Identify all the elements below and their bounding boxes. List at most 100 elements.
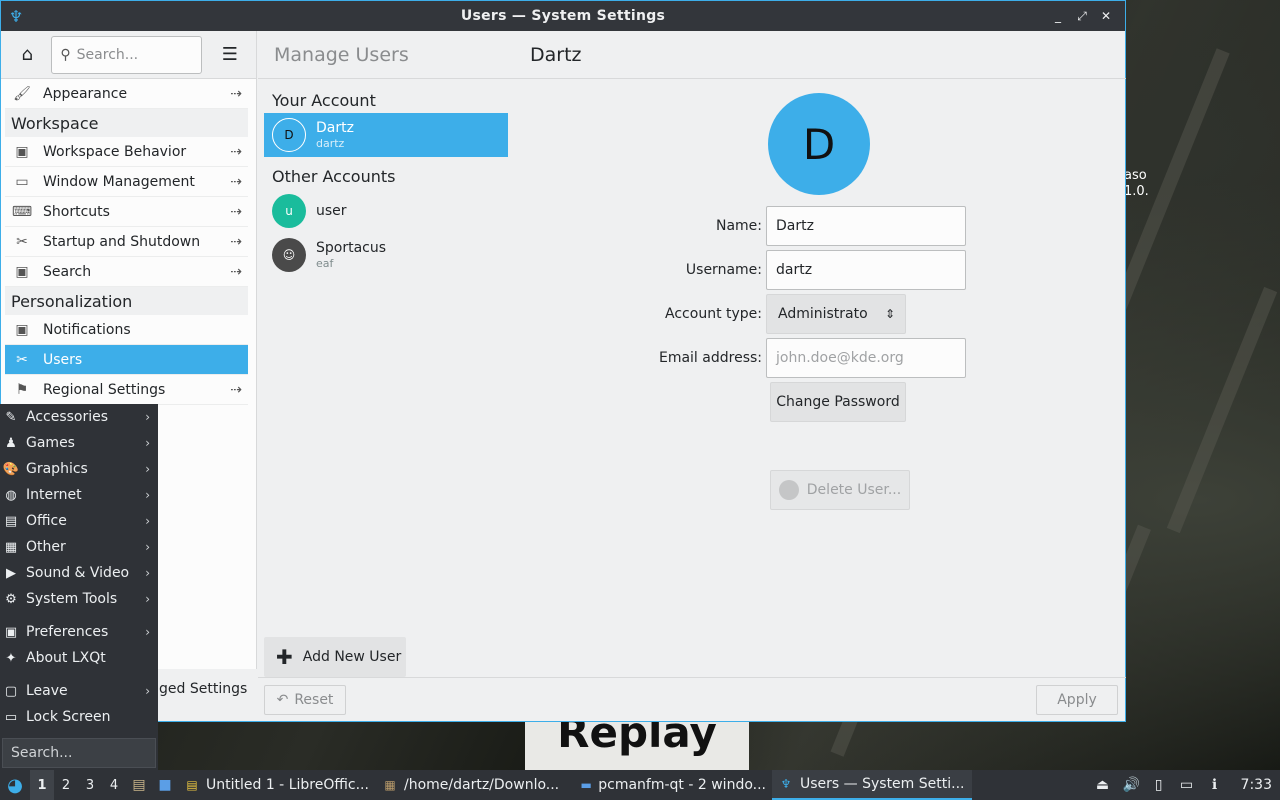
system-settings-icon: ♆ (780, 777, 792, 791)
desktop-switch-2[interactable]: 2 (54, 770, 78, 800)
chevron-right-icon: › (145, 488, 150, 502)
sidebar-search-input[interactable]: ⚲ Search... (51, 35, 202, 74)
arrow-right-icon: ⇢ (230, 203, 242, 220)
tools-icon: ✂ (16, 233, 28, 250)
start-menu-item-system-tools[interactable]: ⚙ System Tools › (0, 586, 158, 612)
tray-eject-icon[interactable]: ⏏ (1095, 777, 1111, 793)
sidebar-item-shortcuts[interactable]: ⌨ Shortcuts ⇢ (5, 197, 248, 227)
start-menu-item-label: Sound & Video (26, 565, 130, 581)
apply-button[interactable]: Apply (1036, 685, 1118, 715)
start-menu-item-other[interactable]: ▦ Other › (0, 534, 158, 560)
quicklaunch-show-desktop[interactable]: ■ (152, 770, 178, 800)
account-row[interactable]: u user (264, 189, 508, 233)
sidebar-item-notifications[interactable]: ▣ Notifications (5, 315, 248, 345)
user-avatar-large[interactable]: D (768, 93, 870, 195)
accounts-list: Your Account D Dartz dartz Other Account… (264, 87, 508, 277)
sidebar-item-search[interactable]: ▣ Search ⇢ (5, 257, 248, 287)
notification-icon[interactable]: ℹ (1207, 777, 1223, 793)
reset-button[interactable]: ↶ Reset (264, 685, 346, 715)
account-type-select[interactable]: Administrato ⇕ (766, 294, 906, 334)
desktop-switch-4[interactable]: 4 (102, 770, 126, 800)
chevron-right-icon: › (145, 592, 150, 606)
sidebar-item-window-management[interactable]: ▭ Window Management ⇢ (5, 167, 248, 197)
account-row-current[interactable]: D Dartz dartz (264, 113, 508, 157)
email-field[interactable]: john.doe@kde.org (766, 338, 966, 378)
delete-user-label: Delete User... (806, 482, 902, 498)
name-field[interactable]: Dartz (766, 206, 966, 246)
start-menu-item-graphics[interactable]: 🎨 Graphics › (0, 456, 158, 482)
start-menu-item-preferences[interactable]: ▣ Preferences › (0, 619, 158, 645)
delete-user-button[interactable]: Delete User... (770, 470, 910, 510)
lock-screen-icon: ▭ (4, 709, 18, 725)
account-name: user (316, 203, 347, 219)
workspace-icon: ▣ (15, 143, 29, 160)
start-menu-item-label: Games (26, 435, 75, 451)
start-menu-item-accessories[interactable]: ✎ Accessories › (0, 404, 158, 430)
username-row: Username: dartz (578, 250, 978, 290)
account-type-row: Account type: Administrato ⇕ (578, 294, 978, 334)
arrow-right-icon: ⇢ (230, 233, 242, 250)
arrow-right-icon: ⇢ (230, 85, 242, 102)
sidebar-item-startup-and-shutdown[interactable]: ✂ Startup and Shutdown ⇢ (5, 227, 248, 257)
file-manager-icon: ▤ (132, 777, 146, 793)
start-menu-item-sound-video[interactable]: ▶ Sound & Video › (0, 560, 158, 586)
desktop-icon: ■ (158, 777, 172, 793)
sidebar-item-users[interactable]: ✂ Users (5, 345, 248, 375)
taskbar-task[interactable]: ▦ /home/dartz/Downlo... (376, 770, 574, 800)
arrow-right-icon: ⇢ (230, 263, 242, 280)
breadcrumb[interactable]: Manage Users (274, 44, 409, 66)
users-icon: ✂ (16, 351, 28, 368)
username-field[interactable]: dartz (766, 250, 966, 290)
volume-icon[interactable]: 🔊 (1123, 777, 1140, 793)
window-titlebar[interactable]: ♆ Users — System Settings _ ⤢ ✕ (1, 1, 1125, 31)
add-new-user-button[interactable]: ✚ Add New User (264, 637, 406, 677)
sidebar-item-workspace-behavior[interactable]: ▣ Workspace Behavior ⇢ (5, 137, 248, 167)
highlight-changed-settings-button[interactable]: ged Settings (159, 681, 247, 697)
username-label: Username: (685, 262, 762, 278)
taskbar-task[interactable]: ♆ Users — System Setti... (772, 770, 972, 800)
home-button[interactable]: ⌂ (9, 36, 45, 74)
sidebar-item-label: Regional Settings (43, 381, 166, 398)
start-menu-item-games[interactable]: ♟ Games › (0, 430, 158, 456)
quicklaunch-file-manager[interactable]: ▤ (126, 770, 152, 800)
start-menu-item-office[interactable]: ▤ Office › (0, 508, 158, 534)
sidebar-item-regional-settings[interactable]: ⚑ Regional Settings ⇢ (5, 375, 248, 405)
close-button[interactable]: ✕ (1095, 5, 1117, 27)
internet-icon: ◍ (5, 487, 17, 503)
account-name: Sportacus (316, 240, 387, 256)
up-down-chevron-icon: ⇕ (884, 307, 895, 321)
change-password-button[interactable]: Change Password (770, 382, 906, 422)
start-menu-button[interactable]: ◕ (0, 770, 30, 800)
display-icon[interactable]: ▭ (1179, 777, 1195, 793)
system-settings-app-icon[interactable]: ♆ (1, 1, 31, 31)
start-menu-search-input[interactable]: Search... (2, 738, 156, 768)
flag-icon: ⚑ (15, 381, 29, 398)
account-name: Dartz (316, 120, 354, 136)
sidebar-item-label: Notifications (43, 321, 131, 338)
start-menu-item-internet[interactable]: ◍ Internet › (0, 482, 158, 508)
start-menu-item-leave[interactable]: ▢ Leave › (0, 678, 158, 704)
start-menu-item-about-lxqt[interactable]: ✦ About LXQt (0, 645, 158, 671)
taskbar-task[interactable]: ▬ pcmanfm-qt - 2 windo... (574, 770, 772, 800)
clock[interactable]: 7:33 (1241, 777, 1272, 793)
sidebar-item-appearance[interactable]: 🖌 Appearance ⇢ (5, 79, 248, 109)
start-menu-item-label: Leave (26, 683, 68, 699)
taskbar-task[interactable]: ▤ Untitled 1 - LibreOffic... (178, 770, 376, 800)
arrow-right-icon: ⇢ (230, 173, 242, 190)
start-menu-item-label: Preferences (26, 624, 109, 640)
clipboard-icon[interactable]: ▯ (1151, 777, 1167, 793)
chevron-right-icon: › (145, 625, 150, 639)
maximize-button[interactable]: ⤢ (1071, 5, 1093, 27)
account-username: eaf (316, 257, 334, 270)
desktop-switch-1[interactable]: 1 (30, 770, 54, 800)
minimize-button[interactable]: _ (1047, 5, 1069, 27)
account-row[interactable]: ☺ Sportacus eaf (264, 233, 508, 277)
keyboard-icon: ⌨ (11, 203, 33, 220)
sidebar-item-label: Workspace Behavior (43, 143, 187, 160)
hamburger-menu-button[interactable]: ☰ (212, 36, 248, 74)
start-menu-item-lock-screen[interactable]: ▭ Lock Screen (0, 704, 158, 730)
menu-separator (0, 671, 158, 678)
office-icon: ▤ (4, 513, 18, 529)
sidebar-item-label: Appearance (43, 85, 128, 102)
desktop-switch-3[interactable]: 3 (78, 770, 102, 800)
